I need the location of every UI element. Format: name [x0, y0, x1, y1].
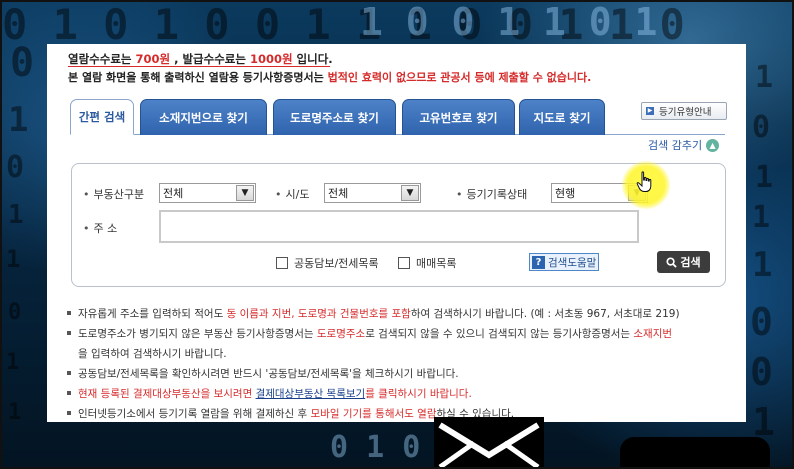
chevron-up-icon: ▲ — [706, 138, 720, 152]
mortgage-list-checkbox[interactable]: 공동담보/전세목록 — [276, 255, 379, 271]
search-help-button[interactable]: ? 검색도움말 — [529, 253, 599, 271]
region-label: • 시/도 — [275, 188, 310, 201]
tab-unique-number[interactable]: 고유번호로 찾기 — [402, 99, 515, 135]
payment-property-list-link[interactable]: 결제대상부동산 목록보기 — [256, 388, 366, 400]
search-button[interactable]: 검색 — [657, 251, 710, 273]
fee-notice: 열람수수료는 700원 , 발급수수료는 1000원 입니다. — [68, 52, 333, 66]
tab-map[interactable]: 지도로 찾기 — [519, 99, 605, 135]
envelope-icon — [434, 417, 544, 469]
tab-simple-search[interactable]: 간편 검색 — [70, 99, 134, 135]
tab-road-address[interactable]: 도로명주소로 찾기 — [273, 99, 396, 135]
hide-search-toggle[interactable]: 검색 감추기 ▲ — [648, 137, 720, 153]
instruction-2: 도로명주소가 병기되지 않은 부동산 등기사항증명서는 도로명주소로 검색되지 … — [67, 326, 672, 341]
checkbox-box[interactable] — [398, 257, 410, 269]
instruction-4: 현재 등록된 결제대상부동산을 보시려면 결제대상부동산 목록보기를 클릭하시기… — [67, 386, 472, 401]
address-label: • 주 소 — [83, 222, 118, 235]
dark-decoration — [620, 437, 770, 469]
property-type-select[interactable]: 전체 ▼ — [159, 183, 256, 203]
instruction-3: 공동담보/전세목록을 확인하시려면 반드시 '공동담보/전세목록'을 체크하시기… — [67, 366, 459, 381]
record-status-label: • 등기기록상태 — [456, 188, 528, 201]
legal-notice: 본 열람 화면을 통해 출력하신 열람용 등기사항증명서는 법적인 효력이 없으… — [68, 71, 592, 84]
tab-lot-number[interactable]: 소재지번으로 찾기 — [140, 99, 267, 135]
issue-fee: 1000원 — [249, 52, 293, 66]
region-select[interactable]: 전체 ▼ — [324, 183, 421, 203]
search-icon — [666, 256, 678, 268]
instruction-2-continued: 을 입력하여 검색하시기 바랍니다. — [78, 348, 227, 360]
property-type-label: • 부동산구분 — [83, 188, 145, 201]
view-fee: 700원 — [135, 52, 171, 66]
registry-type-guide-button[interactable]: ▶ 등기유형안내 — [641, 102, 727, 120]
arrow-right-icon: ▶ — [646, 107, 654, 115]
chevron-down-icon: ▼ — [236, 185, 254, 201]
registry-search-panel: 열람수수료는 700원 , 발급수수료는 1000원 입니다. 본 열람 화면을… — [47, 44, 746, 422]
address-input[interactable] — [159, 210, 639, 243]
fee-underline — [68, 66, 330, 67]
checkbox-box[interactable] — [276, 257, 288, 269]
sale-list-checkbox[interactable]: 매매목록 — [398, 255, 456, 271]
question-icon: ? — [532, 255, 545, 269]
chevron-down-icon: ▼ — [401, 185, 419, 201]
hand-pointer-icon — [636, 171, 652, 192]
instruction-1: 자유롭게 주소를 입력하되 적어도 동 이름과 지번, 도로명과 건물번호를 포… — [67, 306, 680, 321]
